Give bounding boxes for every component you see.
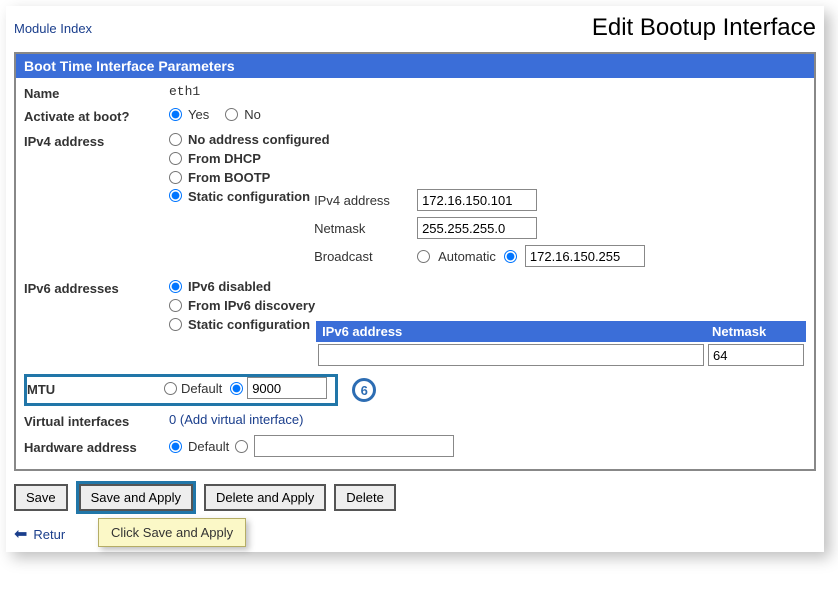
return-link[interactable]: Retur: [33, 527, 65, 542]
callout-badge-6: 6: [352, 378, 376, 402]
ipv6-disabled-radio[interactable]: [169, 280, 182, 293]
broadcast-input[interactable]: [525, 245, 645, 267]
activate-yes-radio[interactable]: [169, 108, 182, 121]
ipv4-addr-input[interactable]: [417, 189, 537, 211]
save-button[interactable]: Save: [14, 484, 68, 511]
mtu-custom-radio[interactable]: [230, 382, 243, 395]
boot-params-panel: Boot Time Interface Parameters Name eth1…: [14, 52, 816, 471]
name-label: Name: [24, 84, 169, 101]
activate-no-radio[interactable]: [225, 108, 238, 121]
delete-button[interactable]: Delete: [334, 484, 396, 511]
broadcast-manual-radio[interactable]: [504, 250, 517, 263]
ipv4-bootp-radio[interactable]: [169, 171, 182, 184]
ipv6-addr-input[interactable]: [318, 344, 704, 366]
ipv4-bootp-label: From BOOTP: [188, 170, 270, 185]
name-value: eth1: [169, 84, 806, 99]
vifs-count: 0: [169, 412, 176, 427]
hw-input[interactable]: [254, 435, 454, 457]
save-apply-highlight: Save and Apply: [76, 481, 196, 514]
netmask-input[interactable]: [417, 217, 537, 239]
mtu-default-radio[interactable]: [164, 382, 177, 395]
hw-default-radio[interactable]: [169, 440, 182, 453]
vifs-label: Virtual interfaces: [24, 412, 169, 429]
mtu-highlight-box: MTU Default: [24, 374, 338, 406]
activate-yes-label: Yes: [188, 107, 209, 122]
hw-default-label: Default: [188, 439, 229, 454]
broadcast-auto-label: Automatic: [438, 249, 496, 264]
ipv6-addr-header: IPv6 address: [316, 321, 706, 342]
hw-label: Hardware address: [24, 438, 169, 455]
ipv4-label: IPv4 address: [24, 132, 169, 149]
ipv6-label: IPv6 addresses: [24, 279, 169, 296]
broadcast-auto-radio[interactable]: [417, 250, 430, 263]
ipv4-addr-label: IPv4 address: [314, 193, 409, 208]
ipv4-none-label: No address configured: [188, 132, 330, 147]
ipv6-static-radio[interactable]: [169, 318, 182, 331]
mtu-input[interactable]: [247, 377, 327, 399]
save-apply-button[interactable]: Save and Apply: [79, 484, 193, 511]
hw-custom-radio[interactable]: [235, 440, 248, 453]
mtu-label: MTU: [27, 380, 164, 397]
broadcast-label: Broadcast: [314, 249, 409, 264]
ipv4-dhcp-radio[interactable]: [169, 152, 182, 165]
ipv6-netmask-header: Netmask: [706, 321, 806, 342]
ipv6-disabled-label: IPv6 disabled: [188, 279, 271, 294]
ipv6-discovery-label: From IPv6 discovery: [188, 298, 315, 313]
delete-apply-button[interactable]: Delete and Apply: [204, 484, 326, 511]
ipv4-static-label: Static configuration: [188, 189, 310, 204]
module-index-link[interactable]: Module Index: [14, 21, 92, 36]
mtu-default-label: Default: [181, 381, 222, 396]
activate-no-label: No: [244, 107, 261, 122]
activate-label: Activate at boot?: [24, 107, 169, 124]
ipv6-discovery-radio[interactable]: [169, 299, 182, 312]
add-vif-link[interactable]: (Add virtual interface): [180, 412, 304, 427]
panel-header: Boot Time Interface Parameters: [16, 54, 814, 78]
ipv4-static-radio[interactable]: [169, 189, 182, 202]
ipv4-dhcp-label: From DHCP: [188, 151, 261, 166]
tooltip-save-apply: Click Save and Apply: [98, 518, 246, 547]
netmask-label: Netmask: [314, 221, 409, 236]
arrow-left-icon: ⬅: [14, 524, 27, 544]
ipv6-netmask-input[interactable]: [708, 344, 804, 366]
page-title: Edit Bootup Interface: [592, 14, 816, 42]
ipv4-none-radio[interactable]: [169, 133, 182, 146]
ipv6-static-label: Static configuration: [188, 317, 310, 332]
